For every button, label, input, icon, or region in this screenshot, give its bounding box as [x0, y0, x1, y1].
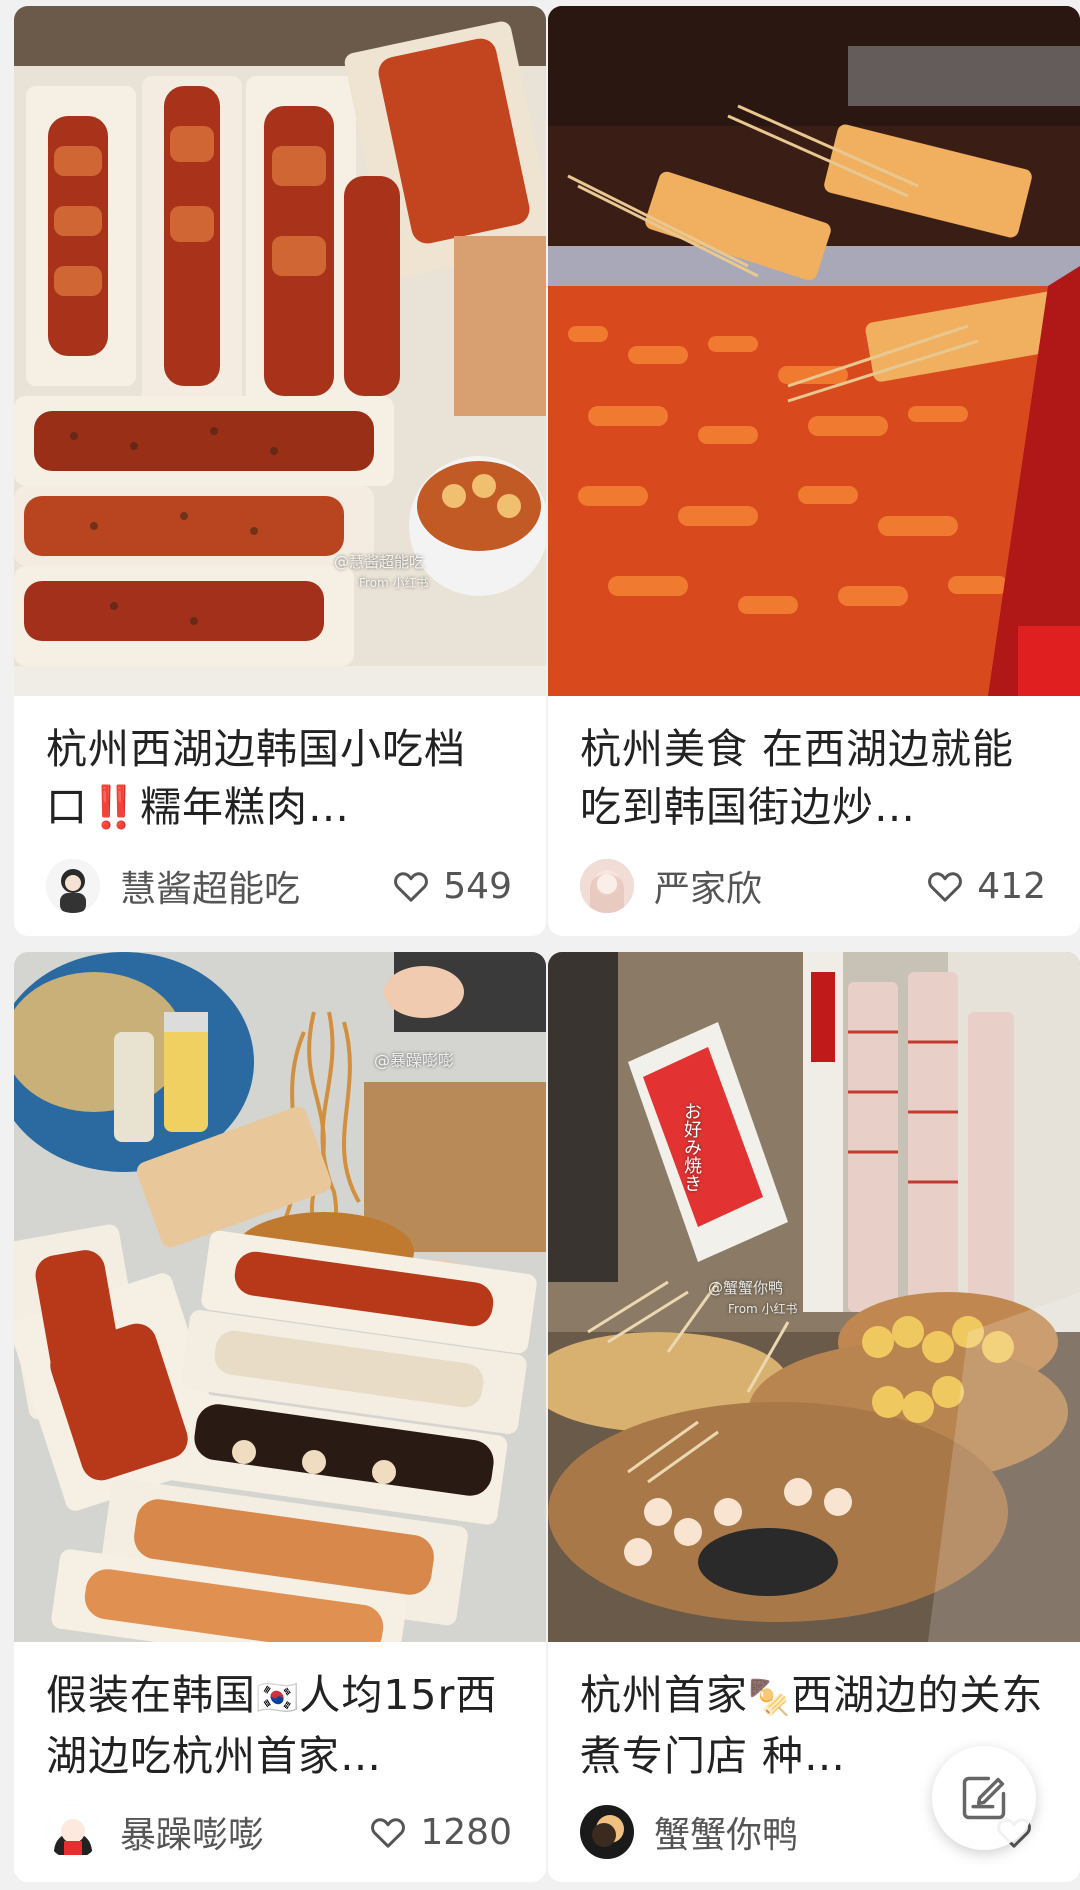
author-name[interactable]: 严家欣: [654, 860, 925, 912]
compose-note-button[interactable]: [932, 1746, 1036, 1850]
note-title[interactable]: 杭州美食 在西湖边就能吃到韩国街边炒…: [580, 720, 1052, 836]
note-cover-image[interactable]: @慧酱超能吃 From 小红书: [14, 6, 546, 696]
like-count: 412: [977, 865, 1046, 907]
note-card[interactable]: 杭州美食 在西湖边就能吃到韩国街边炒… 严家欣 412: [548, 6, 1080, 936]
note-title-text: 杭州首家: [580, 1671, 748, 1719]
note-meta: 严家欣 412: [580, 856, 1046, 916]
photo-watermark-source: From 小红书: [359, 576, 429, 590]
photo-watermark: @蟹蟹你鸭: [708, 1279, 784, 1297]
like-count: 549: [443, 865, 512, 907]
avatar[interactable]: [46, 1805, 100, 1859]
note-card[interactable]: @暴躁嘭嘭 假装在韩国🇰🇷人均15r西湖边吃杭州首家… 暴躁嘭嘭 1280: [14, 952, 546, 1882]
korea-flag-emoji: 🇰🇷: [256, 1678, 300, 1718]
author-name[interactable]: 慧酱超能吃: [120, 860, 391, 912]
heart-icon: [925, 866, 965, 906]
photo-watermark: @慧酱超能吃: [334, 553, 425, 571]
note-feed: @慧酱超能吃 From 小红书 杭州西湖边韩国小吃档口‼️糯年糕肉… 慧酱超能吃…: [0, 0, 1080, 1890]
avatar[interactable]: [580, 1805, 634, 1859]
note-cover-image[interactable]: [548, 6, 1080, 696]
like-count: 1280: [420, 1811, 512, 1853]
note-card[interactable]: お好み焼き @蟹蟹你鸭 From 小红书 杭州首家🍢西湖边的关东煮专门店 种… …: [548, 952, 1080, 1882]
note-title-text: 假装在韩国: [46, 1671, 256, 1719]
note-meta: 暴躁嘭嘭 1280: [46, 1802, 512, 1862]
note-cover-image[interactable]: @暴躁嘭嘭: [14, 952, 546, 1642]
heart-icon: [368, 1812, 408, 1852]
like-button[interactable]: 549: [391, 866, 512, 907]
avatar[interactable]: [46, 859, 100, 913]
edit-note-icon: [958, 1772, 1010, 1824]
like-button[interactable]: 412: [925, 866, 1046, 907]
like-button[interactable]: 1280: [368, 1812, 512, 1853]
oden-skewer-emoji: 🍢: [748, 1678, 792, 1718]
note-cover-image[interactable]: お好み焼き @蟹蟹你鸭 From 小红书: [548, 952, 1080, 1642]
photo-sign-text: お好み焼き: [681, 1102, 702, 1192]
author-name[interactable]: 暴躁嘭嘭: [120, 1806, 368, 1858]
heart-icon: [391, 866, 431, 906]
photo-watermark: @暴躁嘭嘭: [374, 1051, 455, 1070]
note-title[interactable]: 杭州西湖边韩国小吃档口‼️糯年糕肉…: [46, 720, 518, 836]
photo-watermark-source: From 小红书: [728, 1302, 798, 1316]
note-card[interactable]: @慧酱超能吃 From 小红书 杭州西湖边韩国小吃档口‼️糯年糕肉… 慧酱超能吃…: [14, 6, 546, 936]
note-title[interactable]: 假装在韩国🇰🇷人均15r西湖边吃杭州首家…: [46, 1666, 518, 1785]
note-meta: 慧酱超能吃 549: [46, 856, 512, 916]
avatar[interactable]: [580, 859, 634, 913]
